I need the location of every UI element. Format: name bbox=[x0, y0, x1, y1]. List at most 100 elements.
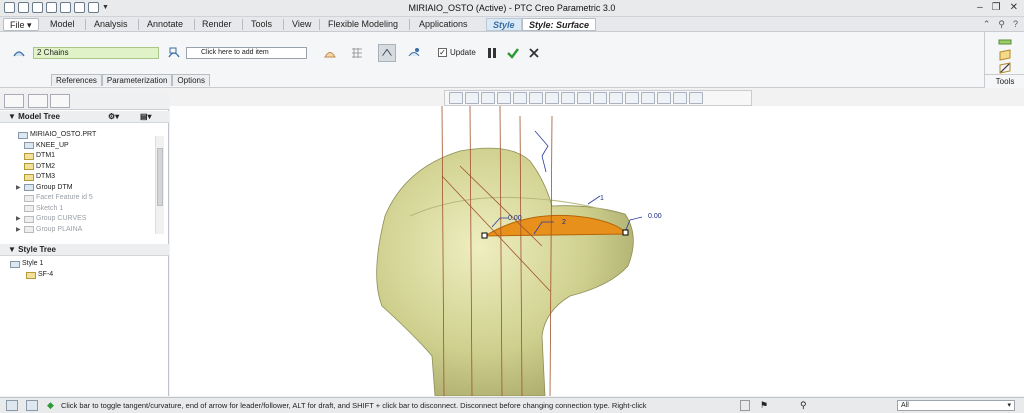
model-tree-item[interactable]: DTM1 bbox=[16, 151, 55, 161]
minimize-icon[interactable]: – bbox=[977, 2, 983, 13]
show-icon[interactable]: ▤▾ bbox=[140, 111, 152, 123]
model-tree-item[interactable]: DTM2 bbox=[16, 162, 55, 172]
model-tree-item[interactable]: KNEE_UP bbox=[16, 141, 69, 151]
model-tree-item[interactable]: MIRIAIO_OSTO.PRT bbox=[10, 130, 96, 140]
update-option[interactable]: ✓ Update bbox=[438, 48, 476, 57]
tab-style[interactable]: Style bbox=[486, 18, 522, 31]
flag-icon[interactable]: ⚑ bbox=[760, 400, 768, 411]
preview-toggle-icon[interactable] bbox=[378, 44, 396, 62]
tab-render[interactable]: Render bbox=[196, 18, 238, 31]
close-icon[interactable]: ✕ bbox=[1010, 2, 1018, 13]
boundary-surface-icon[interactable] bbox=[12, 46, 26, 60]
mesh-icon[interactable] bbox=[350, 46, 364, 60]
regen-status-icon[interactable] bbox=[740, 400, 750, 411]
tab-references[interactable]: References bbox=[51, 74, 102, 86]
expand-icon[interactable]: ▶ bbox=[16, 225, 22, 235]
model-view[interactable]: 0.00 0.00 2 1 bbox=[170, 105, 1024, 397]
folder-browser-tab-icon[interactable] bbox=[28, 94, 48, 108]
cancel-x-icon[interactable] bbox=[528, 47, 540, 59]
model-tree-item-label: Facet Feature id 5 bbox=[36, 194, 93, 201]
model-tree-scrollbar[interactable] bbox=[155, 136, 164, 234]
show-planes-icon[interactable] bbox=[657, 92, 671, 104]
toggle-navigator-icon[interactable] bbox=[6, 400, 18, 411]
view-manager-icon[interactable] bbox=[545, 92, 559, 104]
left-handle[interactable] bbox=[481, 232, 488, 239]
style-tree-item-style1[interactable]: Style 1 bbox=[10, 259, 43, 269]
tab-style-surface[interactable]: Style: Surface bbox=[522, 18, 597, 31]
tree-settings-icon[interactable]: ⚙▾ bbox=[108, 111, 119, 123]
selection-filter[interactable]: All ▾ bbox=[897, 400, 1015, 411]
model-tree-tab-icon[interactable] bbox=[4, 94, 24, 108]
snap-icon[interactable] bbox=[673, 92, 687, 104]
spin-center-icon[interactable] bbox=[593, 92, 607, 104]
measure-tool-icon[interactable] bbox=[998, 35, 1012, 49]
model-tree-item[interactable]: ▶ Group CURVES bbox=[16, 214, 86, 224]
restore-icon[interactable]: ❐ bbox=[992, 2, 1001, 13]
model-tree-item[interactable]: Sketch 1 bbox=[16, 204, 63, 214]
model-tree-item[interactable]: ▶ Group PLAINA bbox=[16, 225, 82, 235]
curvature-display-icon[interactable] bbox=[625, 92, 639, 104]
surface-option-icon[interactable] bbox=[323, 46, 337, 60]
tab-parameterization[interactable]: Parameterization bbox=[101, 74, 173, 86]
model-tree-item[interactable]: Facet Feature id 5 bbox=[16, 193, 93, 203]
bone-surface[interactable] bbox=[376, 147, 634, 397]
minimize-ribbon-icon[interactable]: ⌃ bbox=[983, 19, 991, 30]
display-surface-icon[interactable] bbox=[407, 46, 421, 60]
tab-options[interactable]: Options bbox=[172, 74, 210, 86]
tab-model[interactable]: Model bbox=[44, 18, 81, 31]
pause-icon[interactable] bbox=[486, 47, 498, 59]
tab-file[interactable]: File ▾ bbox=[3, 18, 39, 31]
favorites-tab-icon[interactable] bbox=[50, 94, 70, 108]
expand-icon[interactable]: ▶ bbox=[16, 214, 22, 224]
help-icon[interactable]: ? bbox=[1013, 19, 1018, 30]
zoom-out-icon[interactable] bbox=[481, 92, 495, 104]
tools-panel: Tools bbox=[984, 32, 1024, 88]
tab-view[interactable]: View bbox=[286, 18, 317, 31]
left-dimension-value[interactable]: 0.00 bbox=[508, 215, 522, 222]
display-style-icon[interactable] bbox=[561, 92, 575, 104]
style-icon bbox=[10, 260, 20, 268]
zoom-in-icon[interactable] bbox=[465, 92, 479, 104]
style-tree-header[interactable]: ▼ Style Tree bbox=[0, 244, 169, 256]
search-icon[interactable]: ⚲ bbox=[998, 19, 1005, 30]
update-checkbox[interactable]: ✓ bbox=[438, 48, 447, 57]
graphics-window[interactable]: 0.00 0.00 2 1 bbox=[170, 105, 1024, 397]
model-tree-item[interactable]: ▶ Group DTM bbox=[16, 183, 73, 193]
tab-tools[interactable]: Tools bbox=[245, 18, 278, 31]
ok-checkmark-icon[interactable] bbox=[506, 46, 520, 60]
saved-orientations-icon[interactable] bbox=[529, 92, 543, 104]
surface-icon bbox=[26, 271, 36, 279]
expand-icon[interactable]: ▶ bbox=[16, 183, 22, 193]
grid-display-icon[interactable] bbox=[641, 92, 655, 104]
repaint-icon[interactable] bbox=[497, 92, 511, 104]
model-tree-item-label: Group DTM bbox=[36, 183, 73, 191]
annotation-display-icon[interactable] bbox=[609, 92, 623, 104]
sketch-tool-icon[interactable] bbox=[998, 61, 1012, 75]
reorient-icon[interactable] bbox=[513, 92, 527, 104]
preferences-icon[interactable] bbox=[689, 92, 703, 104]
toggle-browser-icon[interactable] bbox=[26, 400, 38, 411]
find-icon[interactable]: ⚲ bbox=[800, 400, 807, 411]
add-item-collector[interactable]: Click here to add item bbox=[186, 47, 307, 59]
plane-tool-icon[interactable] bbox=[998, 48, 1012, 62]
datum-display-icon[interactable] bbox=[577, 92, 591, 104]
tab-analysis[interactable]: Analysis bbox=[88, 18, 134, 31]
surface-collector-icon[interactable] bbox=[167, 46, 181, 60]
model-tree-item-label: DTM2 bbox=[36, 162, 56, 170]
right-dimension-value[interactable]: 0.00 bbox=[648, 213, 662, 220]
tab-applications[interactable]: Applications bbox=[413, 18, 474, 31]
style-tree-item-sf4[interactable]: SF-4 bbox=[26, 270, 53, 280]
scroll-thumb[interactable] bbox=[157, 148, 163, 206]
refit-icon[interactable] bbox=[449, 92, 463, 104]
chains-collector[interactable]: 2 Chains bbox=[33, 47, 159, 59]
model-tree-item-label: MIRIAIO_OSTO.PRT bbox=[30, 131, 97, 138]
tab-annotate[interactable]: Annotate bbox=[141, 18, 189, 31]
status-bar: ◆ Click bar to toggle tangent/curvature,… bbox=[0, 397, 1024, 413]
tab-flexible-modeling[interactable]: Flexible Modeling bbox=[322, 18, 404, 31]
update-label: Update bbox=[450, 48, 476, 57]
right-handle[interactable] bbox=[622, 229, 629, 236]
help-controls: ⌃ ⚲ ? bbox=[983, 19, 1018, 30]
model-tree-item[interactable]: DTM3 bbox=[16, 172, 55, 182]
feature-icon bbox=[24, 152, 34, 160]
model-tree-header[interactable]: ▼ Model Tree ⚙▾ ▤▾ bbox=[0, 111, 169, 123]
